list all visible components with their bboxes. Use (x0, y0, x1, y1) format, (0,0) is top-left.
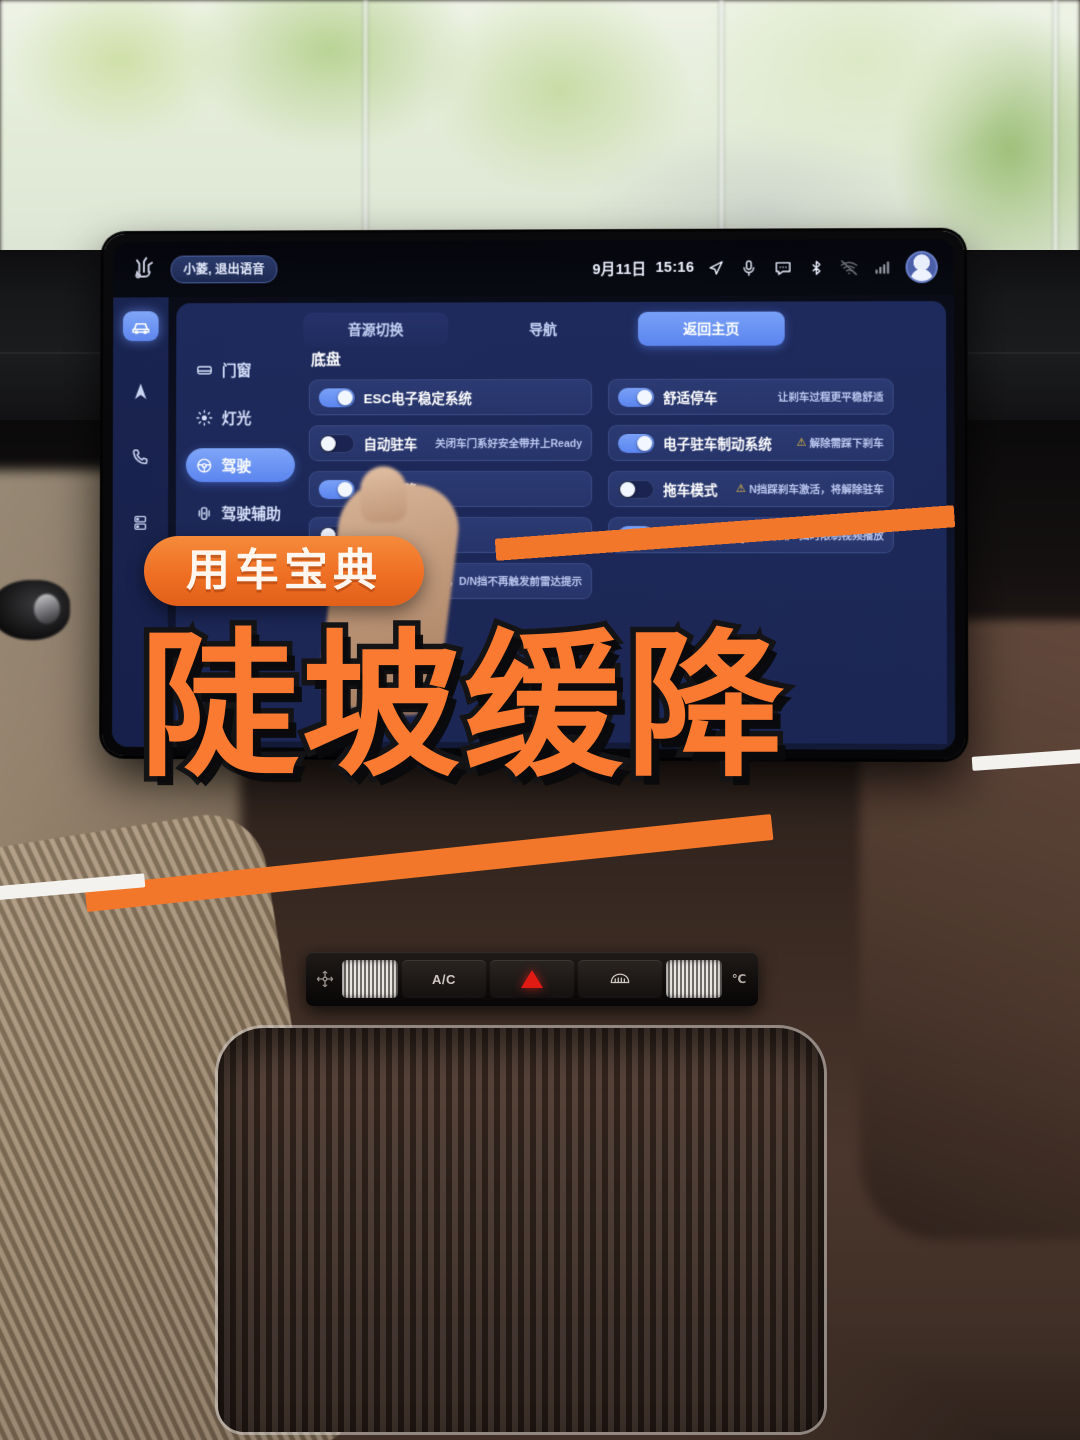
car-icon (130, 315, 152, 337)
navigation-arrow-icon (134, 383, 147, 400)
setting-label: ESC电子稳定系统 (363, 391, 472, 407)
avatar[interactable] (905, 250, 938, 284)
headline-title: 陡坡缓降 (135, 615, 790, 799)
setting-row-esc[interactable]: ESC电子稳定系统 (308, 378, 593, 416)
message-icon[interactable] (773, 258, 794, 277)
status-time: 15:16 (655, 259, 695, 276)
status-bar-spacer (277, 268, 592, 269)
temperature-knob-left[interactable] (342, 960, 398, 998)
menu-item-lights[interactable]: 灯光 (186, 400, 295, 434)
setting-row-comfort-stop[interactable]: 舒适停车 让刹车过程更平稳舒适 (608, 378, 894, 415)
warning-icon: ⚠ (736, 482, 747, 495)
driving-assist-icon (196, 504, 213, 521)
warning-icon: ⚠ (796, 436, 807, 449)
hvac-control-panel: A/C ℃ (306, 952, 758, 1006)
signal-bars-icon[interactable] (873, 258, 891, 277)
tab-audio-source[interactable]: 音源切换 (303, 312, 449, 347)
dock-item-navigation[interactable] (123, 377, 159, 407)
console-storage-tray (218, 1028, 824, 1432)
menu-item-driving-assist[interactable]: 驾驶辅助 (186, 496, 295, 530)
status-bar-icons (706, 250, 938, 284)
toggle-esc[interactable] (318, 387, 355, 407)
menu-item-label: 灯光 (221, 409, 252, 427)
setting-hint-wrap: ⚠ 解除需踩下刹车 (797, 435, 884, 450)
bluetooth-icon[interactable] (808, 258, 825, 277)
setting-label: 舒适停车 (663, 390, 718, 406)
dock-item-car[interactable] (123, 311, 159, 342)
rear-defrost-button[interactable] (578, 960, 662, 998)
setting-row-tow-mode[interactable]: 拖车模式 ⚠ N挡踩刹车激活，将解除驻车 (608, 470, 894, 508)
menu-item-label: 驾驶辅助 (221, 505, 281, 523)
setting-hint: N挡踩刹车激活，将解除驻车 (749, 483, 884, 496)
fan-icon-glyph (316, 970, 334, 988)
wifi-off-icon[interactable] (839, 258, 859, 277)
status-bar: 小菱, 退出语音 9月11日 15:16 (113, 238, 955, 298)
fan-icon[interactable] (312, 964, 338, 994)
setting-hint: 关闭车门系好安全带并上Ready (435, 437, 583, 450)
voice-assistant-pill[interactable]: 小菱, 退出语音 (170, 255, 278, 284)
screenshot-stage: 小菱, 退出语音 9月11日 15:16 音源切换 导航 返回主页 门窗 灯光 … (0, 0, 1080, 1440)
menu-item-windows[interactable]: 门窗 (186, 353, 295, 387)
setting-row-auto-hold[interactable]: 自动驻车 关闭车门系好安全带并上Ready (308, 424, 593, 462)
toggle-auto-hold[interactable] (318, 433, 355, 453)
hazard-button[interactable] (490, 960, 574, 998)
tab-navigation[interactable]: 导航 (470, 312, 616, 346)
toggle-hill-descent[interactable] (318, 479, 355, 499)
steering-icon (196, 457, 213, 474)
temperature-knob-right[interactable] (666, 960, 722, 998)
gear-stalk (0, 580, 70, 640)
setting-label: 自动驻车 (363, 437, 418, 453)
toggle-epb[interactable] (618, 433, 655, 453)
sun-light-icon (196, 409, 213, 426)
setting-hint-wrap: ⚠ N挡踩刹车激活，将解除驻车 (736, 481, 884, 496)
status-date: 9月11日 (592, 261, 647, 278)
media-list-icon (131, 513, 149, 533)
rear-defrost-icon (610, 973, 630, 984)
navigation-icon[interactable] (706, 258, 725, 277)
toggle-comfort-stop[interactable] (618, 387, 655, 407)
setting-hint: 解除需踩下刹车 (809, 437, 884, 450)
setting-row-epb[interactable]: 电子驻车制动系统 ⚠ 解除需踩下刹车 (608, 424, 894, 461)
assistant-glyph-icon[interactable] (129, 256, 159, 284)
menu-item-label: 门窗 (221, 362, 252, 380)
ac-button[interactable]: A/C (402, 960, 486, 998)
tab-return-home[interactable]: 返回主页 (638, 311, 785, 346)
temperature-unit-label: ℃ (731, 972, 747, 986)
setting-label: 拖车模式 (663, 482, 718, 499)
menu-item-driving[interactable]: 驾驶 (185, 448, 295, 483)
window-icon (196, 361, 213, 378)
setting-hint: 让刹车过程更平稳舒适 (777, 391, 884, 404)
phone-icon (131, 447, 151, 467)
dock-item-phone[interactable] (123, 442, 159, 472)
status-bar-datetime: 9月11日 15:16 (592, 257, 694, 278)
toggle-tow-mode[interactable] (618, 479, 655, 499)
top-tabs: 音源切换 导航 返回主页 (176, 301, 946, 347)
topic-badge: 用车宝典 (144, 536, 424, 606)
setting-label: 电子驻车制动系统 (663, 436, 772, 452)
microphone-icon[interactable] (739, 258, 758, 277)
section-title: 底盘 (310, 351, 341, 369)
dock-item-media[interactable] (122, 508, 158, 538)
menu-item-label: 驾驶 (221, 457, 252, 475)
hazard-triangle-icon (521, 970, 543, 988)
